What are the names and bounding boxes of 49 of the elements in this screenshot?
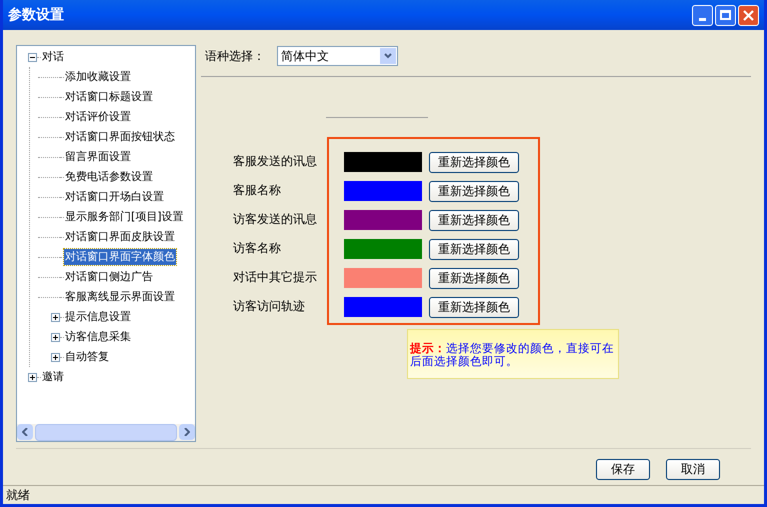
color-label: 客服名称 [233,182,281,199]
scroll-left-icon[interactable] [17,424,33,440]
expand-icon[interactable] [28,372,37,382]
color-label: 访客名称 [233,240,281,257]
tree-item[interactable]: 显示服务部门[项目]设置 [64,209,185,225]
tree-item[interactable]: 自动答复 [64,349,110,365]
tree-item[interactable]: 对话窗口标题设置 [64,89,154,105]
color-label: 访客访问轨迹 [233,298,305,315]
expand-icon[interactable] [51,332,60,342]
tree-item[interactable]: 对话窗口界面字体颜色 [64,249,176,265]
language-dropdown[interactable]: 简体中文 [277,46,398,66]
choose-color-button[interactable]: 重新选择颜色 [429,296,519,318]
close-button[interactable] [738,4,759,26]
tree-item[interactable]: 对话窗口侧边广告 [64,269,154,285]
hint-text: 提示：选择您要修改的颜色，直接可在后面选择颜色即可。 [410,341,614,368]
choose-color-button[interactable]: 重新选择颜色 [429,268,519,288]
tree-item[interactable]: 访客信息采集 [64,329,132,345]
color-label: 客服发送的讯息 [233,153,317,170]
tree-item[interactable]: 对话评价设置 [64,109,132,125]
horizontal-scrollbar[interactable] [17,424,195,441]
tree-item[interactable]: 客服离线显示界面设置 [64,289,176,305]
maximize-button[interactable] [715,4,736,26]
collapse-icon[interactable] [28,52,37,62]
choose-color-button[interactable]: 重新选择颜色 [429,238,519,260]
save-button[interactable]: 保存 [596,458,650,480]
color-label: 访客发送的讯息 [233,211,317,228]
tree-item[interactable]: 留言界面设置 [64,149,132,165]
color-label: 对话中其它提示 [233,269,317,286]
close-icon [743,10,754,20]
tree-item[interactable]: 对话窗口界面皮肤设置 [64,229,176,245]
scroll-right-icon[interactable] [179,424,195,440]
tree-item[interactable]: 对话 [41,49,65,65]
choose-color-button[interactable]: 重新选择颜色 [429,152,519,172]
tree-item[interactable]: 免费电话参数设置 [64,169,154,185]
tree-item[interactable]: 对话窗口开场白设置 [64,189,165,205]
choose-color-button[interactable]: 重新选择颜色 [429,210,519,230]
tree-item[interactable]: 添加收藏设置 [64,69,132,85]
cancel-button[interactable]: 取消 [666,458,720,480]
choose-color-button[interactable]: 重新选择颜色 [429,180,519,202]
tree-item[interactable]: 对话窗口界面按钮状态 [64,129,176,145]
status-text: 就绪 [6,487,30,504]
expand-icon[interactable] [51,312,60,322]
tree-item[interactable]: 邀请 [41,369,65,385]
expand-icon[interactable] [51,352,60,362]
language-label: 语种选择： [205,48,265,65]
caret-icon [380,48,396,64]
minimize-button[interactable] [692,4,713,26]
tree-item[interactable]: 提示信息设置 [64,309,132,325]
window-title: 参数设置 [8,6,65,24]
